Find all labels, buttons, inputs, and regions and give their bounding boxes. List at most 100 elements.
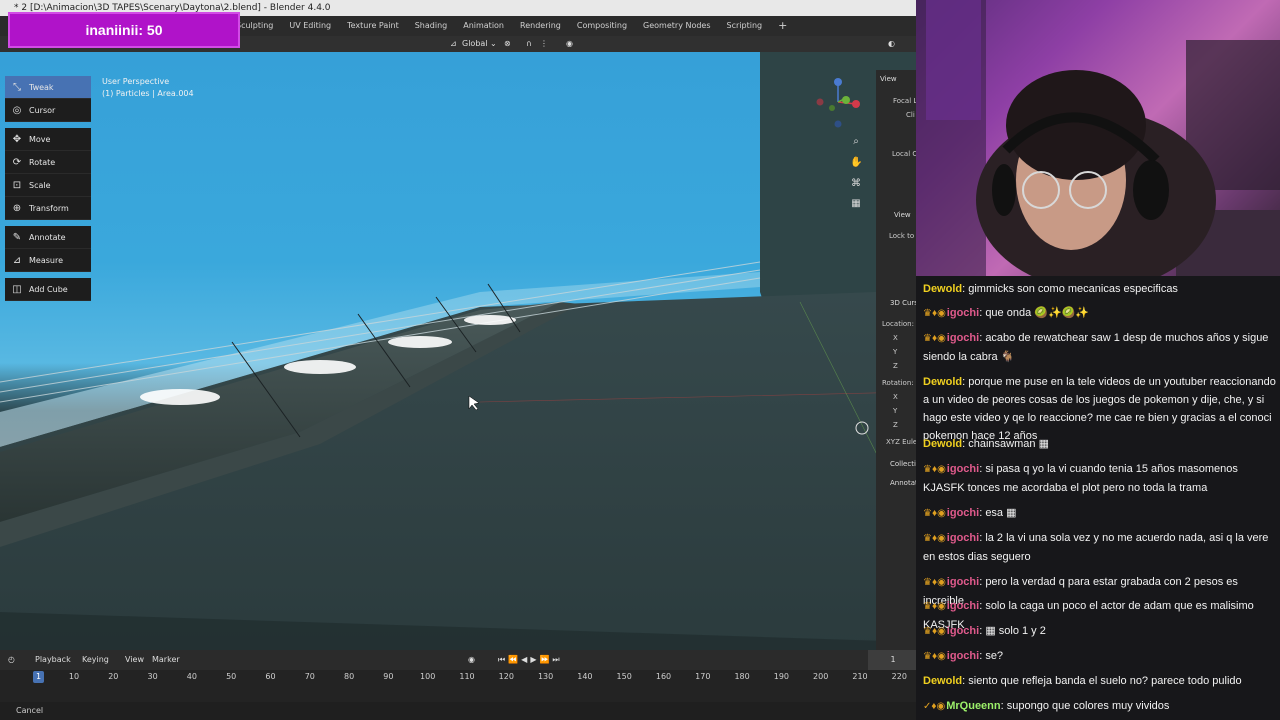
tool-move[interactable]: ✥ Move <box>5 128 91 151</box>
move-icon: ✥ <box>12 133 22 145</box>
chat-badge-icons: ♛♦◉ <box>923 651 946 662</box>
workspace-tab-texture-paint[interactable]: Texture Paint <box>339 16 407 36</box>
camera-view-icon[interactable]: ⌘ <box>850 178 862 190</box>
collections-header[interactable]: Collecti <box>890 460 916 468</box>
workspace-tab-shading[interactable]: Shading <box>407 16 456 36</box>
chat-badge-icons: ♛♦◉ <box>923 308 946 319</box>
timeline-tick-label: 170 <box>695 672 711 681</box>
tool-measure[interactable]: ⊿ Measure <box>5 249 91 272</box>
view-lock-header[interactable]: View <box>894 211 911 219</box>
playback-controls-icon[interactable]: ⏮⏪◀▶⏩⏭ <box>498 650 563 670</box>
chat-username[interactable]: igochi <box>947 600 979 612</box>
chat-badge-icons: ✓♦◉ <box>923 701 946 712</box>
overlay-icon[interactable]: ◐ <box>888 36 895 52</box>
tool-label: Cursor <box>29 105 56 115</box>
chat-text: siento que refleja banda el suelo no? pa… <box>968 675 1242 687</box>
snap-target-icon[interactable]: ⋮ <box>540 36 548 52</box>
workspace-tab-animation[interactable]: Animation <box>455 16 512 36</box>
workspace-tab-compositing[interactable]: Compositing <box>569 16 635 36</box>
auto-keying-icon[interactable]: ◉ <box>468 650 475 670</box>
chat-badge-icons: ♛♦◉ <box>923 577 946 588</box>
tool-label: Scale <box>29 180 51 190</box>
chat-username[interactable]: MrQueenn <box>946 700 1000 712</box>
playhead[interactable]: 1 <box>33 671 44 683</box>
rotate-icon: ⟳ <box>12 156 22 168</box>
timeline-menu-view[interactable]: View <box>125 650 144 670</box>
workspace-tab-scripting[interactable]: Scripting <box>719 16 771 36</box>
timeline-tick-label: 40 <box>186 672 197 681</box>
tool-label: Measure <box>29 255 63 265</box>
timeline-menu-playback[interactable]: Playback <box>35 650 71 670</box>
tool-add-cube[interactable]: ◫ Add Cube <box>5 278 91 301</box>
orientation-dropdown[interactable]: Global <box>462 36 488 52</box>
blender-window: * 2 [D:\Animacion\3D TAPES\Scenary\Dayto… <box>0 0 916 720</box>
tool-cursor[interactable]: ◎ Cursor <box>5 99 91 122</box>
chat-message: Dewold: chainsawman ▦ <box>923 435 1277 453</box>
timeline-tick-label: 10 <box>68 672 80 681</box>
proportional-edit-icon[interactable]: ◉ <box>566 36 573 52</box>
lock-to-label: Lock to <box>889 232 915 240</box>
chevron-down-icon[interactable]: ⌄ <box>490 36 497 52</box>
annotations-header[interactable]: Annotat <box>890 479 916 487</box>
chat-message: ♛♦◉igochi: si pasa q yo la vi cuando ten… <box>923 460 1277 497</box>
view-panel-header[interactable]: View <box>880 75 897 83</box>
chat-username[interactable]: Dewold <box>923 376 962 388</box>
chat-username[interactable]: igochi <box>947 307 979 319</box>
rotation-x-label: X <box>893 393 898 401</box>
tool-tweak[interactable]: ⤡ Tweak <box>5 76 91 99</box>
grid-view-icon[interactable]: ▦ <box>850 198 862 210</box>
tool-label: Annotate <box>29 232 66 242</box>
stream-counter-overlay: inaniinii: 50 <box>8 12 240 48</box>
workspace-tabs: Sculpting UV Editing Texture Paint Shading A… <box>228 16 795 36</box>
chat-username[interactable]: Dewold <box>923 675 962 687</box>
timeline-tick-label: 150 <box>616 672 632 681</box>
chat-username[interactable]: igochi <box>947 532 979 544</box>
chat-username[interactable]: igochi <box>947 576 979 588</box>
workspace-tab-rendering[interactable]: Rendering <box>512 16 569 36</box>
snap-icon[interactable]: ∩ <box>526 36 532 52</box>
tool-annotate[interactable]: ✎ Annotate <box>5 226 91 249</box>
pan-hand-icon[interactable]: ✋ <box>850 157 862 169</box>
playhead-frame: 1 <box>35 672 42 681</box>
timeline-ruler[interactable]: 1 10 20 30 40 50 60 70 80 90 100 110 120 130 140 150 16… <box>0 670 916 702</box>
tool-rotate[interactable]: ⟳ Rotate <box>5 151 91 174</box>
orientation-icon[interactable]: ⊿ <box>450 36 457 52</box>
chat-message: ♛♦◉igochi: esa ▦ <box>923 504 1277 523</box>
clip-label: Cli <box>906 111 915 119</box>
webcam-feed <box>916 0 1280 276</box>
tool-transform[interactable]: ⊕ Transform <box>5 197 91 220</box>
timeline-tick-label: 140 <box>577 672 593 681</box>
tool-scale[interactable]: ⊡ Scale <box>5 174 91 197</box>
chat-username[interactable]: igochi <box>947 507 979 519</box>
add-workspace-button[interactable]: + <box>770 16 795 36</box>
chat-badge-icons: ♛♦◉ <box>923 333 946 344</box>
rotation-mode-dropdown[interactable]: XYZ Eule <box>886 438 916 446</box>
navigation-gizmo[interactable] <box>812 74 868 130</box>
timeline-tick-label: 60 <box>265 672 276 681</box>
timeline-tick-label: 80 <box>344 672 355 681</box>
chat-username[interactable]: igochi <box>947 332 979 344</box>
chat-username[interactable]: igochi <box>947 625 979 637</box>
tool-shelf: ⤡ Tweak ◎ Cursor ✥ Move ⟳ Rotate ⊡ Scale ⊕ Transfor… <box>5 76 91 301</box>
status-bar: Cancel <box>0 702 916 720</box>
chat-username[interactable]: igochi <box>947 463 979 475</box>
3d-cursor-header[interactable]: 3D Curs <box>890 299 916 307</box>
3d-viewport[interactable]: User Perspective (1) Particles | Area.00… <box>0 52 916 650</box>
pivot-icon[interactable]: ⊗ <box>504 36 511 52</box>
workspace-tab-geometry-nodes[interactable]: Geometry Nodes <box>635 16 718 36</box>
current-frame-field[interactable]: 1 <box>868 650 916 670</box>
timeline-menu-keying[interactable]: Keying <box>82 650 109 670</box>
rotation-y-label: Y <box>893 407 898 415</box>
location-z-label: Z <box>893 362 898 370</box>
timeline-menu-marker[interactable]: Marker <box>152 650 180 670</box>
measure-icon: ⊿ <box>12 254 22 266</box>
view-perspective-label: User Perspective <box>102 77 170 86</box>
editor-type-icon[interactable]: ◴ <box>8 650 15 670</box>
workspace-tab-uv-editing[interactable]: UV Editing <box>281 16 339 36</box>
zoom-icon[interactable]: ⌕ <box>850 136 862 148</box>
chat-username[interactable]: Dewold <box>923 438 962 450</box>
timeline-tick-label: 180 <box>734 672 750 681</box>
timeline-tick-label: 20 <box>108 672 119 681</box>
chat-username[interactable]: Dewold <box>923 283 962 295</box>
chat-username[interactable]: igochi <box>947 650 979 662</box>
